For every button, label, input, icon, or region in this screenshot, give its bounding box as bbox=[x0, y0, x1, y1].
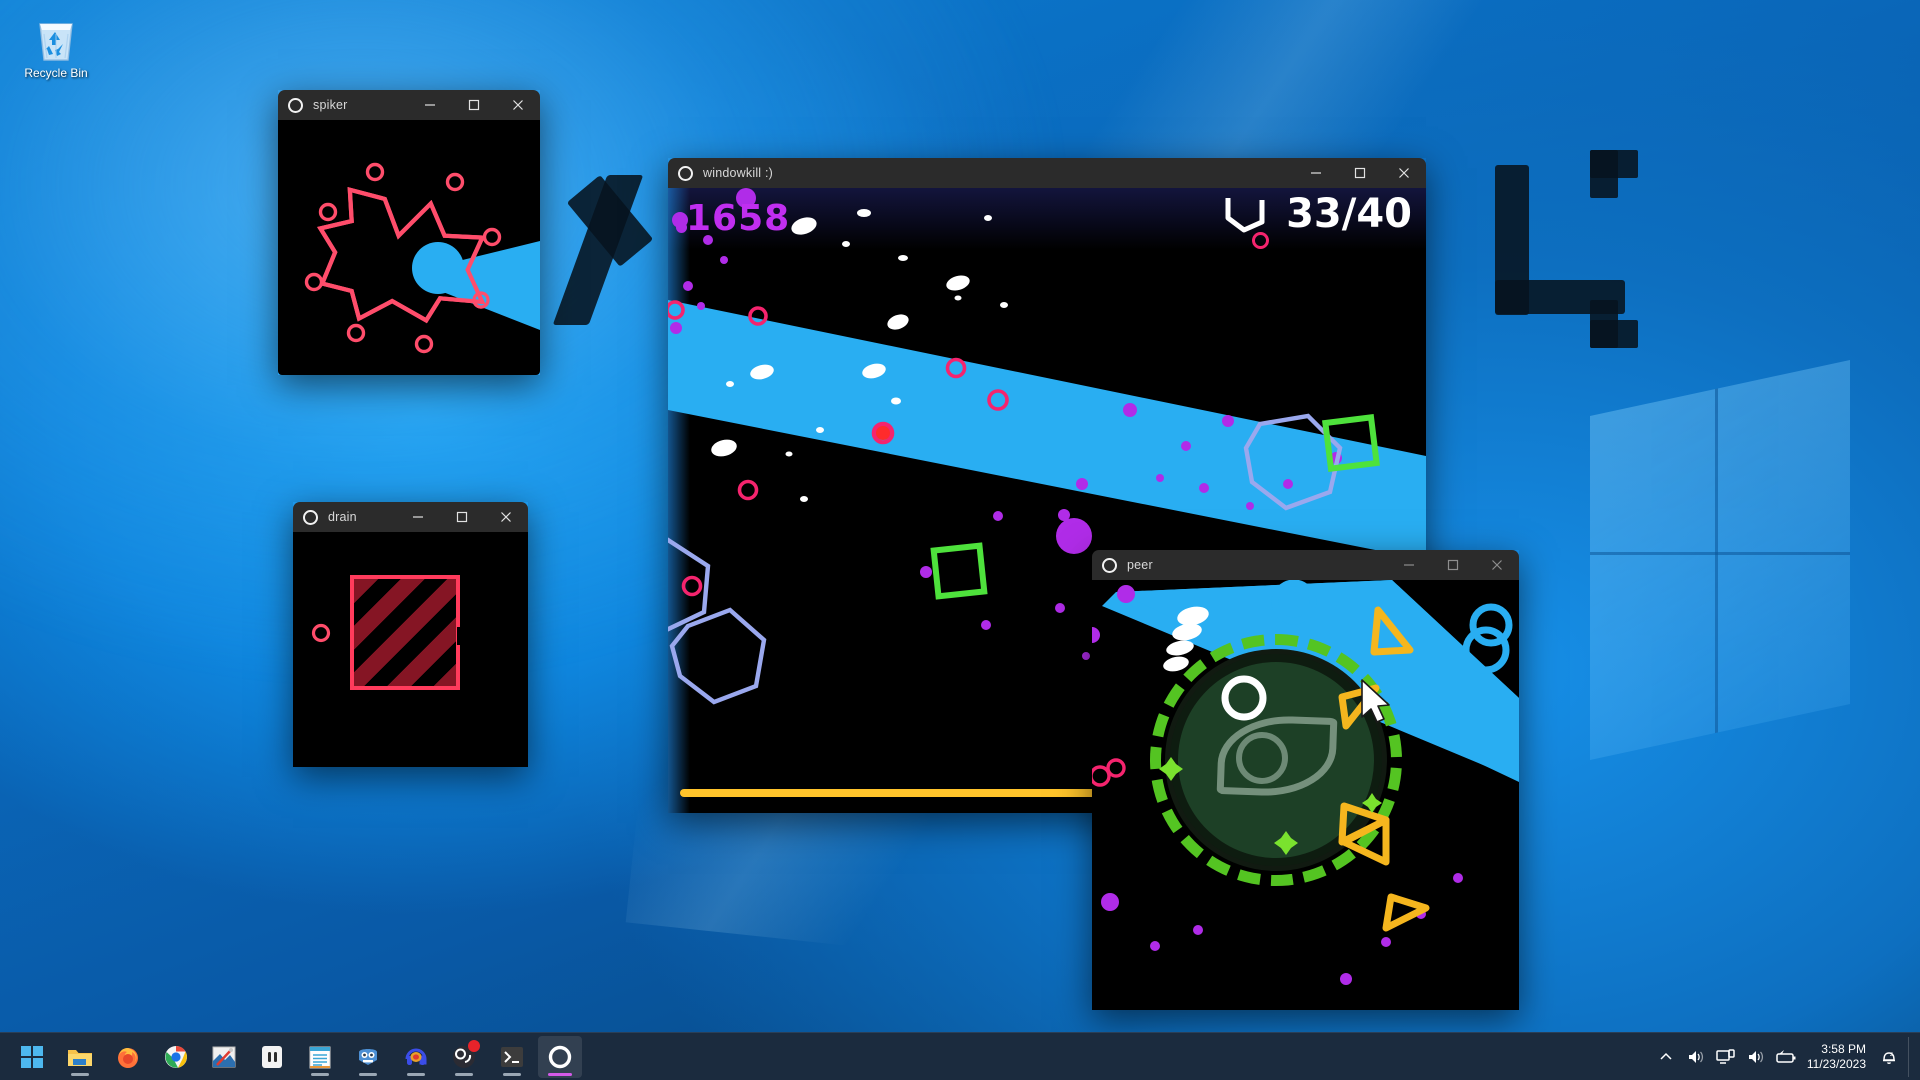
taskbar-audio-app[interactable] bbox=[394, 1036, 438, 1078]
firefox-icon bbox=[118, 1047, 138, 1068]
taskbar-active-indicator bbox=[548, 1072, 572, 1076]
spiker-close-button[interactable] bbox=[496, 90, 540, 120]
peer-titlebar[interactable]: peer bbox=[1092, 550, 1519, 580]
recycle-bin[interactable]: Recycle Bin bbox=[8, 14, 104, 98]
peer-title: peer bbox=[1127, 558, 1153, 572]
spiker-scene bbox=[304, 162, 540, 354]
chrome-icon bbox=[165, 1045, 187, 1068]
taskbar-notepad[interactable] bbox=[298, 1036, 342, 1078]
app-icon bbox=[262, 1045, 282, 1068]
taskbar[interactable]: 3:58 PM 11/23/2023 z bbox=[0, 1032, 1920, 1080]
drain-enemies bbox=[311, 623, 331, 643]
drain-title: drain bbox=[328, 510, 357, 524]
spiker-maximize-button[interactable] bbox=[452, 90, 496, 120]
godot-icon bbox=[359, 1048, 377, 1065]
window-circle-icon bbox=[288, 97, 303, 113]
battery-icon[interactable] bbox=[1771, 1037, 1801, 1077]
peer-maximize-button[interactable] bbox=[1431, 550, 1475, 580]
wallpaper-logo-corner bbox=[1590, 150, 1638, 178]
notepad-icon bbox=[309, 1046, 331, 1068]
spiker-minimize-button[interactable] bbox=[408, 90, 452, 120]
health-shield-icon bbox=[1225, 198, 1265, 233]
drain-minimize-button[interactable] bbox=[396, 502, 440, 532]
health-value: 33/40 bbox=[1286, 191, 1412, 237]
obs-notification-badge bbox=[468, 1039, 480, 1052]
taskbar-running-indicator bbox=[359, 1072, 377, 1076]
taskbar-clock[interactable]: 3:58 PM 11/23/2023 bbox=[1801, 1042, 1874, 1072]
svg-text:z: z bbox=[1890, 1052, 1893, 1058]
recycle-bin-label: Recycle Bin bbox=[24, 66, 88, 80]
taskbar-terminal[interactable] bbox=[490, 1036, 534, 1078]
peer-game-canvas[interactable] bbox=[1092, 580, 1519, 1010]
volume-icon[interactable] bbox=[1681, 1037, 1711, 1077]
window-circle-icon bbox=[678, 165, 693, 181]
spiker-title: spiker bbox=[313, 98, 348, 112]
taskbar-file-explorer[interactable] bbox=[58, 1036, 102, 1078]
score-value: 1658 bbox=[686, 198, 791, 239]
wallpaper-windows-flag bbox=[1590, 360, 1850, 760]
health-display: 33/40 bbox=[1225, 191, 1412, 249]
show-hidden-icons-icon[interactable] bbox=[1651, 1037, 1681, 1077]
recycle-bin-icon bbox=[39, 23, 73, 61]
health-pip-icon bbox=[1252, 232, 1270, 249]
taskbar-running-indicator bbox=[407, 1072, 425, 1076]
peer-minimize-button[interactable] bbox=[1387, 550, 1431, 580]
windowkill-maximize-button[interactable] bbox=[1338, 158, 1382, 188]
taskbar-obs-studio[interactable] bbox=[442, 1036, 486, 1078]
window-circle-icon bbox=[1102, 557, 1117, 573]
windowkill-title: windowkill :) bbox=[703, 166, 773, 180]
taskbar-apps bbox=[0, 1035, 582, 1078]
drain-maximize-button[interactable] bbox=[440, 502, 484, 532]
taskbar-google-chrome[interactable] bbox=[154, 1036, 198, 1078]
window-circle-icon bbox=[303, 509, 318, 525]
network-icon[interactable] bbox=[1711, 1037, 1741, 1077]
peer-scene-front bbox=[1159, 606, 1430, 932]
taskbar-start-button[interactable] bbox=[10, 1036, 54, 1078]
drain-titlebar[interactable]: drain bbox=[293, 502, 528, 532]
windowkill-titlebar[interactable]: windowkill :) bbox=[668, 158, 1426, 188]
windowkill-minimize-button[interactable] bbox=[1294, 158, 1338, 188]
window-spiker[interactable]: spiker bbox=[278, 90, 540, 375]
taskbar-running-indicator bbox=[503, 1072, 521, 1076]
audio-icon bbox=[405, 1048, 427, 1065]
taskbar-windowkill[interactable] bbox=[538, 1035, 582, 1078]
do-not-disturb-icon[interactable]: z bbox=[1874, 1037, 1904, 1077]
drain-game-canvas[interactable] bbox=[293, 532, 528, 767]
taskbar-godot-engine[interactable] bbox=[346, 1036, 390, 1078]
spiker-titlebar[interactable]: spiker bbox=[278, 90, 540, 120]
taskbar-image-editor[interactable] bbox=[202, 1036, 246, 1078]
spiker-game-canvas[interactable] bbox=[278, 120, 540, 375]
wallpaper-logo-corner bbox=[1590, 320, 1638, 348]
taskbar-firefox[interactable] bbox=[106, 1036, 150, 1078]
terminal-icon bbox=[501, 1046, 523, 1067]
taskbar-running-indicator bbox=[455, 1072, 473, 1076]
paint-icon bbox=[212, 1046, 236, 1067]
window-peer[interactable]: peer bbox=[1092, 550, 1519, 1010]
clock-time: 3:58 PM bbox=[1821, 1041, 1866, 1056]
system-tray: 3:58 PM 11/23/2023 z bbox=[1651, 1036, 1920, 1077]
taskbar-app-window[interactable] bbox=[250, 1036, 294, 1078]
show-desktop-button[interactable] bbox=[1908, 1036, 1916, 1077]
folder-icon bbox=[68, 1049, 92, 1066]
taskbar-running-indicator bbox=[71, 1072, 89, 1076]
windowkill-close-button[interactable] bbox=[1382, 158, 1426, 188]
peer-close-button[interactable] bbox=[1475, 550, 1519, 580]
volume-secondary-icon[interactable] bbox=[1741, 1037, 1771, 1077]
taskbar-running-indicator bbox=[311, 1072, 329, 1076]
windowkill-icon bbox=[548, 1045, 572, 1068]
drain-close-button[interactable] bbox=[484, 502, 528, 532]
windows-start-icon bbox=[21, 1045, 43, 1068]
clock-date: 11/23/2023 bbox=[1806, 1056, 1866, 1071]
window-drain[interactable]: drain bbox=[293, 502, 528, 767]
